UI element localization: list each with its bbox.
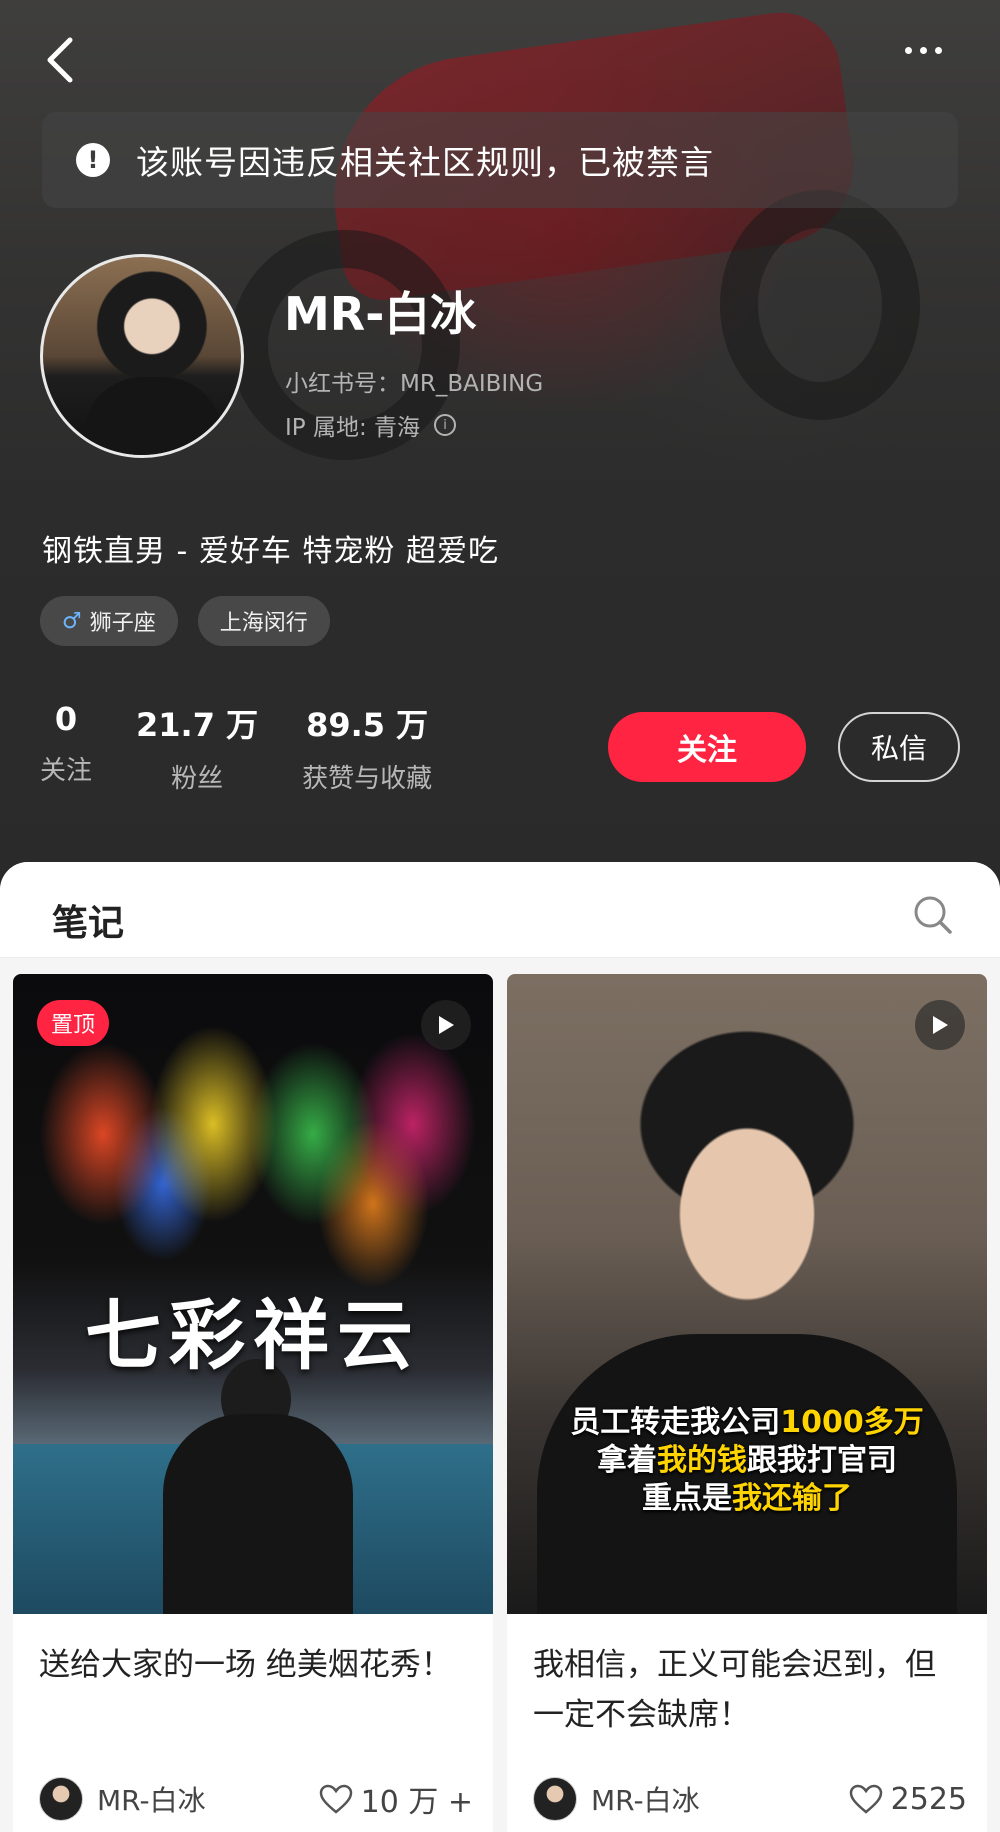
note-cover-video[interactable]: 员工转走我公司1000多万 拿着我的钱跟我打官司 重点是我还输了 <box>507 974 987 1614</box>
exclamation-icon: ! <box>76 143 110 177</box>
note-footer: MR-白冰 2525 <box>533 1774 967 1824</box>
stat-following[interactable]: 0 关注 <box>40 700 92 795</box>
note-card[interactable]: 员工转走我公司1000多万 拿着我的钱跟我打官司 重点是我还输了 我相信，正义可… <box>507 974 987 1832</box>
cover-title-text: 七彩祥云 <box>85 1291 421 1380</box>
note-cover-fireworks[interactable]: 七彩祥云 置顶 <box>13 974 493 1614</box>
cover-caption-line: 员工转走我公司1000多万 <box>570 1405 924 1440</box>
stat-likes-collects[interactable]: 89.5 万 获赞与收藏 <box>302 700 432 795</box>
note-card[interactable]: 七彩祥云 置顶 送给大家的一场 绝美烟花秀！ MR-白冰 10 万 + <box>13 974 493 1832</box>
heart-icon <box>319 1784 352 1814</box>
like-button[interactable]: 10 万 + <box>319 1777 473 1821</box>
search-icon <box>914 896 952 934</box>
play-icon <box>421 1000 471 1050</box>
notes-tab-bar: 笔记 <box>0 862 1000 958</box>
ban-notice: ! 该账号因违反相关社区规则，已被禁言 <box>42 112 958 208</box>
message-button[interactable]: 私信 <box>838 712 960 782</box>
ip-location-row: IP 属地: 青海 i <box>285 408 457 442</box>
like-count: 10 万 + <box>360 1785 473 1820</box>
notes-sheet: 笔记 七彩祥云 置顶 送给大家的一场 绝美烟花秀！ MR-白冰 10 万 + 员… <box>0 862 1000 1832</box>
bio: 钢铁直男 - 爱好车 特宠粉 超爱吃 <box>42 534 499 569</box>
info-icon[interactable]: i <box>434 414 457 436</box>
cover-caption-line: 拿着我的钱跟我打官司 <box>597 1443 897 1478</box>
cover-caption: 员工转走我公司1000多万 拿着我的钱跟我打官司 重点是我还输了 <box>507 1404 987 1518</box>
chevron-left-icon <box>47 37 73 83</box>
profile-tags: ♂ 狮子座 上海闵行 <box>40 596 330 646</box>
note-title[interactable]: 送给大家的一场 绝美烟花秀！ <box>13 1614 493 1742</box>
heart-icon <box>849 1784 882 1814</box>
stat-followers[interactable]: 21.7 万 粉丝 <box>136 700 258 795</box>
cover-caption-line: 重点是我还输了 <box>642 1481 852 1516</box>
search-button[interactable] <box>912 894 954 936</box>
tab-notes[interactable]: 笔记 <box>52 894 124 946</box>
ban-notice-text: 该账号因违反相关社区规则，已被禁言 <box>136 143 714 182</box>
avatar[interactable] <box>40 254 244 458</box>
profile-stats: 0 关注 21.7 万 粉丝 89.5 万 获赞与收藏 <box>40 700 476 795</box>
back-button[interactable] <box>40 30 80 90</box>
more-options-button[interactable] <box>905 40 961 60</box>
profile-header: ! 该账号因违反相关社区规则，已被禁言 MR-白冰 小红书号：MR_BAIBIN… <box>0 0 1000 900</box>
red-id: 小红书号：MR_BAIBING <box>285 371 544 397</box>
author-avatar[interactable] <box>533 1777 577 1821</box>
note-footer: MR-白冰 10 万 + <box>39 1774 473 1824</box>
nickname: MR-白冰 <box>284 287 477 341</box>
author-name[interactable]: MR-白冰 <box>591 1779 700 1819</box>
male-icon: ♂ <box>62 608 82 634</box>
play-icon <box>915 1000 965 1050</box>
author-avatar[interactable] <box>39 1777 83 1821</box>
more-dots-icon <box>905 46 912 54</box>
like-button[interactable]: 2525 <box>849 1782 967 1817</box>
note-title[interactable]: 我相信，正义可能会迟到，但一定不会缺席！ <box>507 1614 987 1742</box>
author-name[interactable]: MR-白冰 <box>97 1779 206 1819</box>
follow-button[interactable]: 关注 <box>608 712 806 782</box>
tag-location: 上海闵行 <box>197 596 330 646</box>
pinned-badge: 置顶 <box>37 1000 110 1046</box>
tag-zodiac: ♂ 狮子座 <box>40 596 178 646</box>
like-count: 2525 <box>890 1781 967 1817</box>
ip-location: IP 属地: 青海 <box>285 415 421 441</box>
